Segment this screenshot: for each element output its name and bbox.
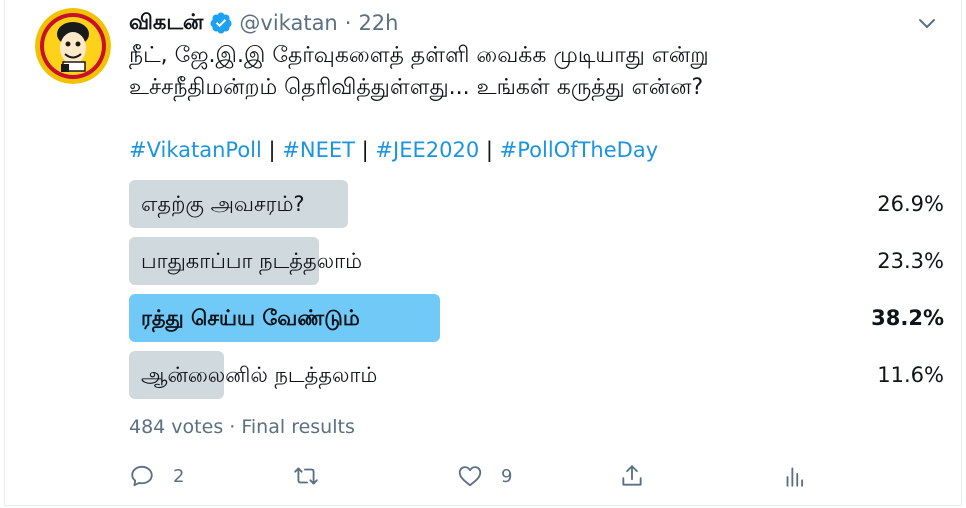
share-button[interactable] [619,458,645,494]
vote-count: 484 votes [129,416,224,438]
analytics-button[interactable] [781,458,807,494]
retweet-icon [294,467,318,485]
hashtag-separator: | [361,138,369,162]
poll-option-percent: 26.9% [877,192,944,216]
hashtag-polloftheday[interactable]: #PollOfTheDay [500,138,658,162]
poll-option-percent: 23.3% [877,249,944,273]
poll: எதற்கு அவசரம்? 26.9% பாதுகாப்பா நடத்தலாம… [129,180,944,408]
tweet-header: விகடன் @vikatan · 22h [129,8,398,38]
hashtag-vikatanpoll[interactable]: #VikatanPoll [129,138,262,162]
poll-option-percent: 11.6% [877,363,944,387]
poll-option: எதற்கு அவசரம்? 26.9% [129,180,944,228]
analytics-icon [786,467,804,487]
hashtag-neet[interactable]: #NEET [282,138,355,162]
action-bar: 2 9 [129,458,829,494]
poll-option-label: பாதுகாப்பா நடத்தலாம் [141,249,362,273]
reply-icon [131,465,153,487]
display-name[interactable]: விகடன் [129,10,203,37]
reply-count: 2 [173,465,185,487]
heart-icon [458,466,482,487]
poll-option-label: ஆன்லைனில் நடத்தலாம் [141,363,378,387]
poll-meta: 484 votes · Final results [129,416,355,438]
header-separator: · [344,11,352,35]
hashtag-separator: | [268,138,276,162]
poll-option-label: எதற்கு அவசரம்? [141,192,305,216]
hashtag-separator: | [485,138,493,162]
handle[interactable]: @vikatan [239,11,337,35]
poll-option: ஆன்லைனில் நடத்தலாம் 11.6% [129,351,944,399]
reply-button[interactable]: 2 [129,458,184,494]
share-icon [622,465,642,486]
tweet-text: நீட், ஜே.இ.இ தேர்வுகளைத் தள்ளி வைக்க முட… [129,43,709,100]
meta-separator: · [229,416,236,438]
poll-option-percent: 38.2% [871,306,944,330]
avatar[interactable] [35,8,111,84]
poll-option: ரத்து செய்ய வேண்டும் 38.2% [129,294,944,342]
timestamp[interactable]: 22h [358,11,398,35]
verified-badge-icon [210,12,232,34]
poll-status: Final results [241,416,355,438]
poll-option-label: ரத்து செய்ய வேண்டும் [141,306,360,330]
hashtag-jee2020[interactable]: #JEE2020 [375,138,479,162]
like-count: 9 [501,465,513,487]
poll-option: பாதுகாப்பா நடத்தலாம் 23.3% [129,237,944,285]
like-button[interactable]: 9 [457,458,512,494]
tweet[interactable]: விகடன் @vikatan · 22h நீட், ஜே.இ.இ தேர்வ… [4,0,962,506]
retweet-button[interactable] [293,458,319,494]
chevron-down-icon[interactable] [915,12,939,36]
hashtag-line: #VikatanPoll | #NEET | #JEE2020 | #PollO… [129,136,658,164]
